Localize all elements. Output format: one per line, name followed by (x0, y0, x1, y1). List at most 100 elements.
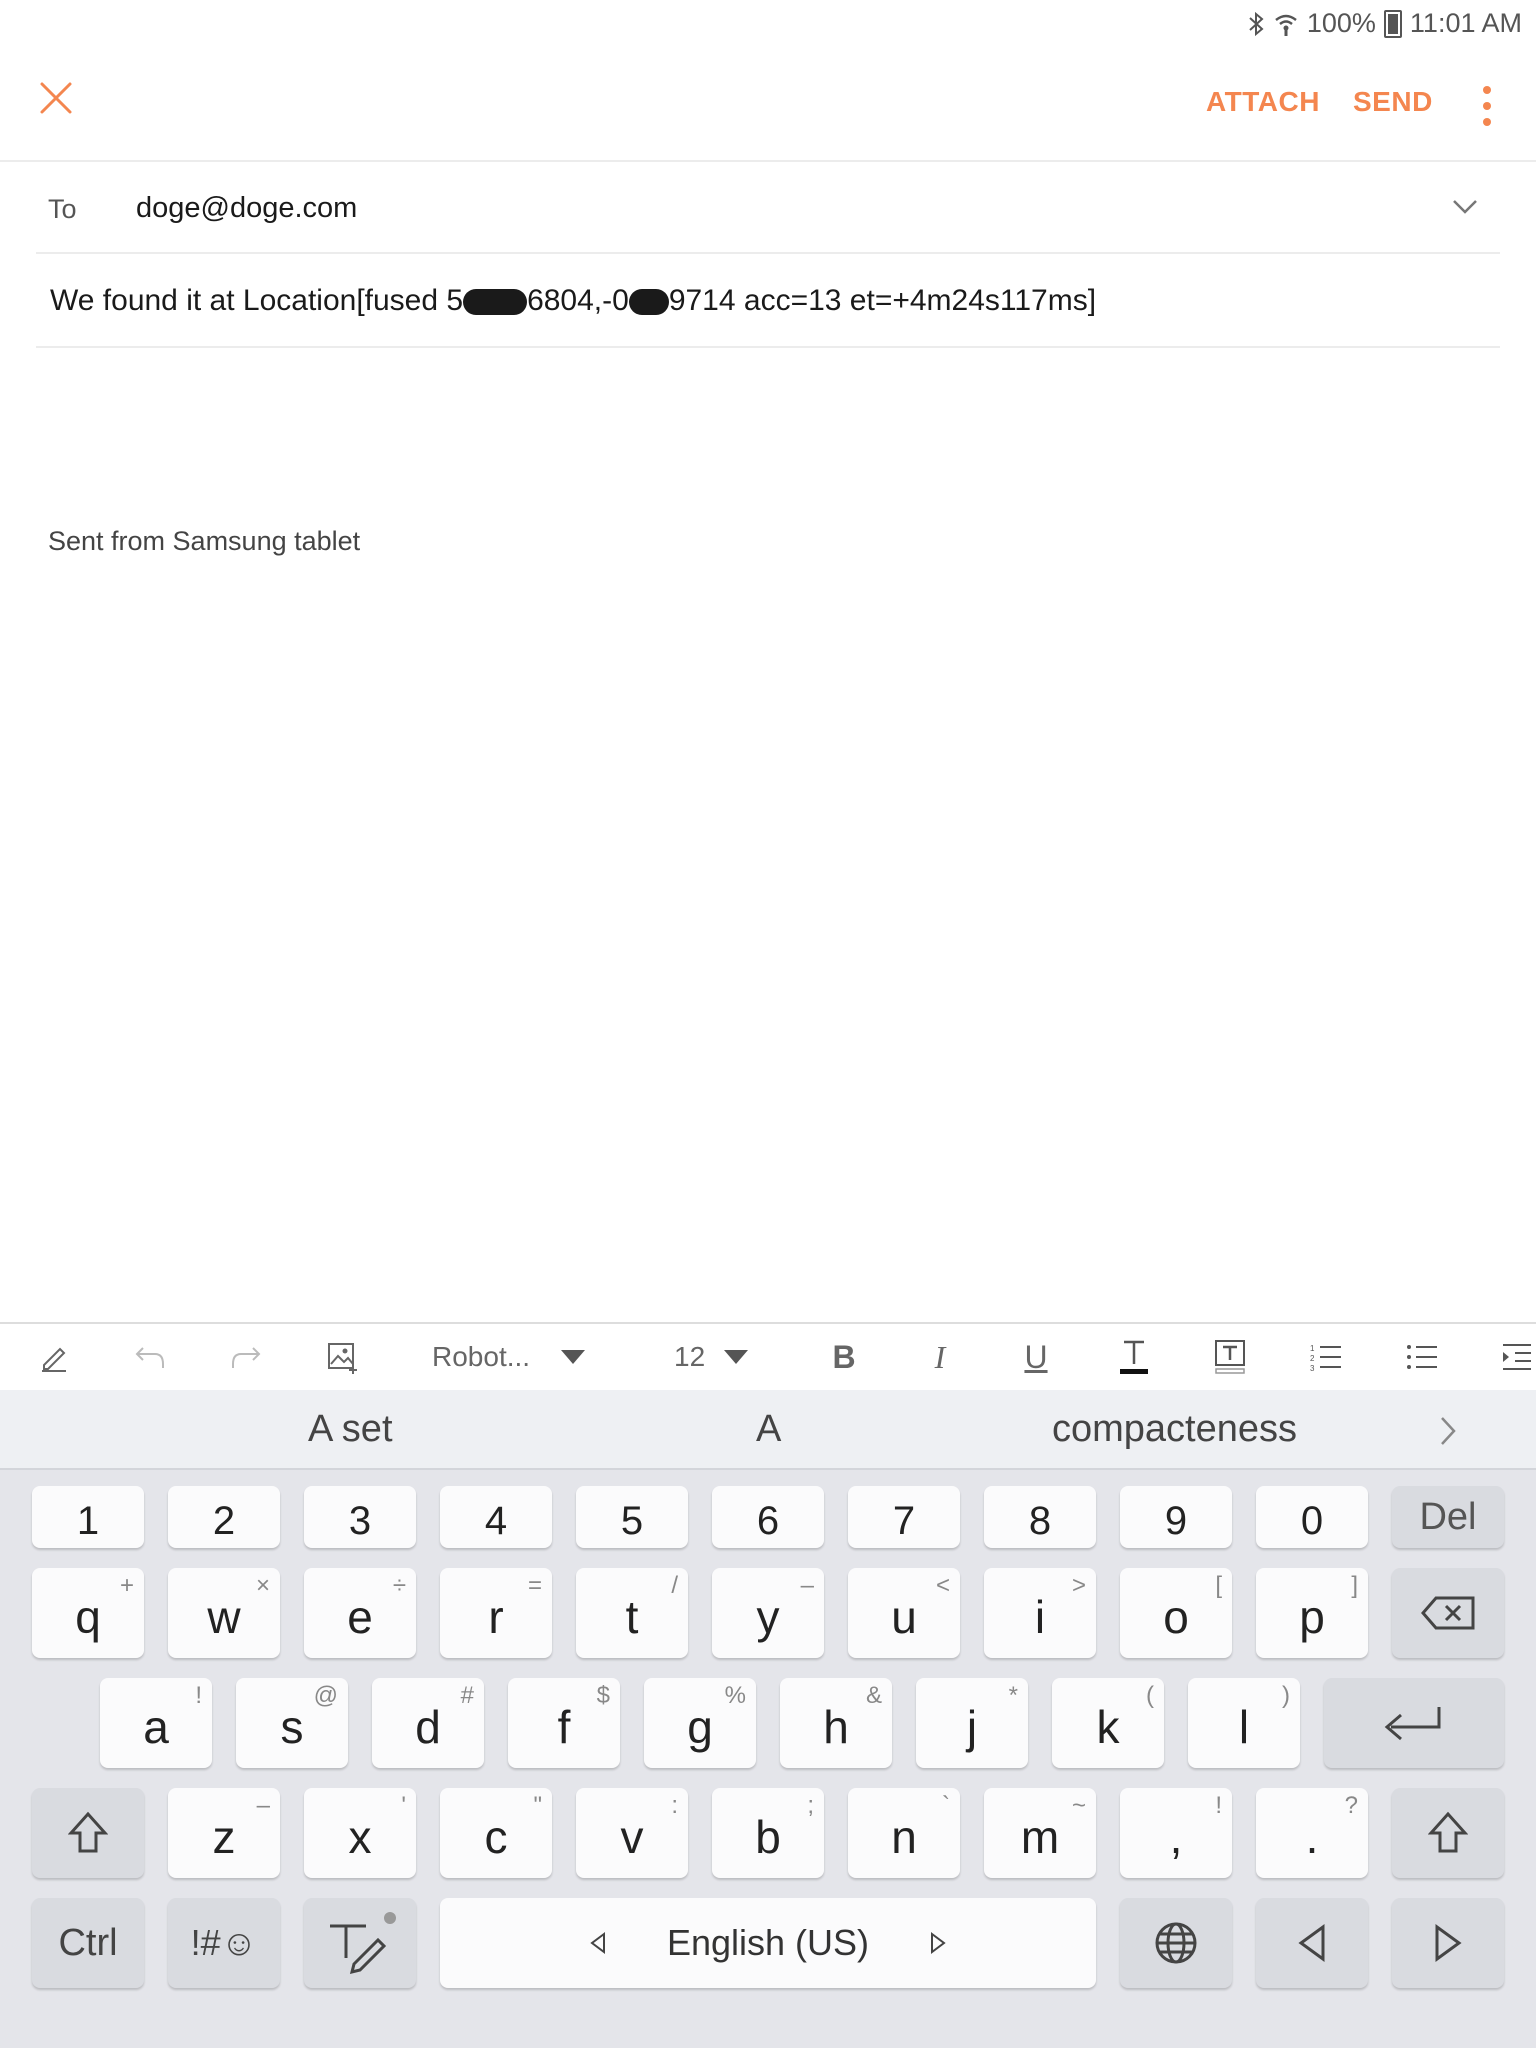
key-u[interactable]: < u (848, 1568, 960, 1658)
secondary-char: < (935, 1572, 950, 1599)
key-r[interactable]: = r (440, 1568, 552, 1658)
close-button[interactable] (30, 72, 82, 124)
font-family-dropdown[interactable]: Robot... (432, 1336, 592, 1378)
chevron-down-icon[interactable] (1450, 192, 1480, 222)
secondary-char: ! (1215, 1792, 1222, 1819)
keyboard: A set A compacteness 12345678 9 0 Del + q × w… (0, 1390, 1536, 2048)
key-p[interactable]: ] p (1256, 1568, 1368, 1658)
signature-text[interactable]: Sent from Samsung tablet (48, 526, 360, 557)
close-icon (40, 82, 72, 114)
key-8[interactable]: 8 (984, 1486, 1096, 1548)
key-label: n (891, 1811, 917, 1863)
key-o[interactable]: [o (1120, 1568, 1232, 1658)
text-highlight-button[interactable] (1210, 1336, 1250, 1378)
key-w[interactable]: × w (168, 1568, 280, 1658)
suggestion-2[interactable]: A (756, 1408, 781, 1451)
insert-image-icon (328, 1343, 357, 1374)
key-x[interactable]: ' x (304, 1788, 416, 1878)
key-7[interactable]: 7 (848, 1486, 960, 1548)
undo-button[interactable] (130, 1336, 170, 1378)
italic-button[interactable]: I (920, 1336, 960, 1378)
more-vert-icon (1482, 86, 1492, 126)
chevron-right-icon[interactable] (1436, 1414, 1460, 1448)
key-label: z (212, 1811, 236, 1863)
key-0[interactable]: 0 (1256, 1486, 1368, 1548)
space-bar[interactable]: English (US) (440, 1898, 1096, 1988)
subject-field[interactable]: We found it at Location[fused 5 6804,-0 97… (50, 284, 1096, 318)
key-y[interactable]: – y (712, 1568, 824, 1658)
key-q[interactable]: + q (32, 1568, 144, 1658)
shift-key-left[interactable] (32, 1788, 144, 1878)
key-label: d (415, 1701, 441, 1753)
secondary-char: – (256, 1792, 270, 1819)
key-2[interactable]: 2 (168, 1486, 280, 1548)
secondary-char: ÷ (392, 1572, 406, 1599)
key-6[interactable]: 6 (712, 1486, 824, 1548)
pen-mode-button[interactable] (34, 1336, 74, 1378)
key-b[interactable]: ; b (712, 1788, 824, 1878)
shift-key-right[interactable] (1392, 1788, 1504, 1878)
delete-key[interactable]: Del (1392, 1486, 1504, 1548)
symbols-key[interactable]: !#☺ (168, 1898, 280, 1988)
key-label: t (625, 1591, 639, 1643)
key-s[interactable]: @ s (236, 1678, 348, 1768)
key-h[interactable]: & h (780, 1678, 892, 1768)
redo-button[interactable] (226, 1336, 266, 1378)
key-e[interactable]: ÷ e (304, 1568, 416, 1658)
text-color-button[interactable] (1114, 1336, 1154, 1378)
key-3[interactable]: 3 (304, 1486, 416, 1548)
indent-button[interactable] (1498, 1336, 1534, 1378)
key-g[interactable]: % g (644, 1678, 756, 1768)
key-label: p (1299, 1591, 1325, 1643)
bulleted-list-button[interactable] (1402, 1336, 1442, 1378)
more-options-button[interactable] (1482, 86, 1492, 126)
numbered-list-button[interactable]: 123 (1306, 1336, 1346, 1378)
attach-button[interactable]: ATTACH (1206, 86, 1320, 118)
key-label: 9 (1164, 1498, 1188, 1543)
key-5[interactable]: 5 (576, 1486, 688, 1548)
svg-text:3: 3 (1310, 1364, 1315, 1372)
key-i[interactable]: > i (984, 1568, 1096, 1658)
key-t[interactable]: / t (576, 1568, 688, 1658)
secondary-char: ( (1146, 1682, 1154, 1709)
key-4[interactable]: 4 (440, 1486, 552, 1548)
to-label: To (48, 194, 77, 224)
key-k[interactable]: (k (1052, 1678, 1164, 1768)
key-n[interactable]: ` n (848, 1788, 960, 1878)
secondary-char: " (533, 1792, 542, 1819)
key-c[interactable]: " c (440, 1788, 552, 1878)
bold-button[interactable]: B (824, 1336, 864, 1378)
backspace-key[interactable] (1392, 1568, 1504, 1658)
suggestion-1[interactable]: A set (308, 1408, 393, 1451)
key-f[interactable]: $ f (508, 1678, 620, 1768)
secondary-char: ~ (1071, 1792, 1086, 1819)
enter-key[interactable] (1324, 1678, 1504, 1768)
key-9[interactable]: 9 (1120, 1486, 1232, 1548)
insert-image-button[interactable] (322, 1336, 362, 1378)
key-z[interactable]: – z (168, 1788, 280, 1878)
underline-button[interactable]: U (1016, 1336, 1056, 1378)
key-period[interactable]: ?. (1256, 1788, 1368, 1878)
send-button[interactable]: SEND (1353, 86, 1433, 118)
key-m[interactable]: ~ m (984, 1788, 1096, 1878)
key-l[interactable]: ) l (1188, 1678, 1300, 1768)
key-v[interactable]: :v (576, 1788, 688, 1878)
key-comma[interactable]: !, (1120, 1788, 1232, 1878)
font-size-dropdown[interactable]: 12 (674, 1336, 766, 1378)
language-key[interactable] (1120, 1898, 1232, 1988)
cursor-left-key[interactable] (1256, 1898, 1368, 1988)
bulleted-list-icon (1407, 1345, 1437, 1369)
key-a[interactable]: ! a (100, 1678, 212, 1768)
to-field[interactable]: doge@doge.com (136, 192, 357, 225)
handwriting-key[interactable] (304, 1898, 416, 1988)
ctrl-key[interactable]: Ctrl (32, 1898, 144, 1988)
key-j[interactable]: * j (916, 1678, 1028, 1768)
key-d[interactable]: # d (372, 1678, 484, 1768)
key-1[interactable]: 1 (32, 1486, 144, 1548)
text-highlight-icon (1215, 1340, 1245, 1374)
cursor-right-key[interactable] (1392, 1898, 1504, 1988)
battery-percent: 100% (1306, 8, 1376, 38)
secondary-char: > (1071, 1572, 1086, 1599)
suggestion-3[interactable]: compacteness (1052, 1408, 1297, 1451)
key-label: g (687, 1701, 713, 1753)
